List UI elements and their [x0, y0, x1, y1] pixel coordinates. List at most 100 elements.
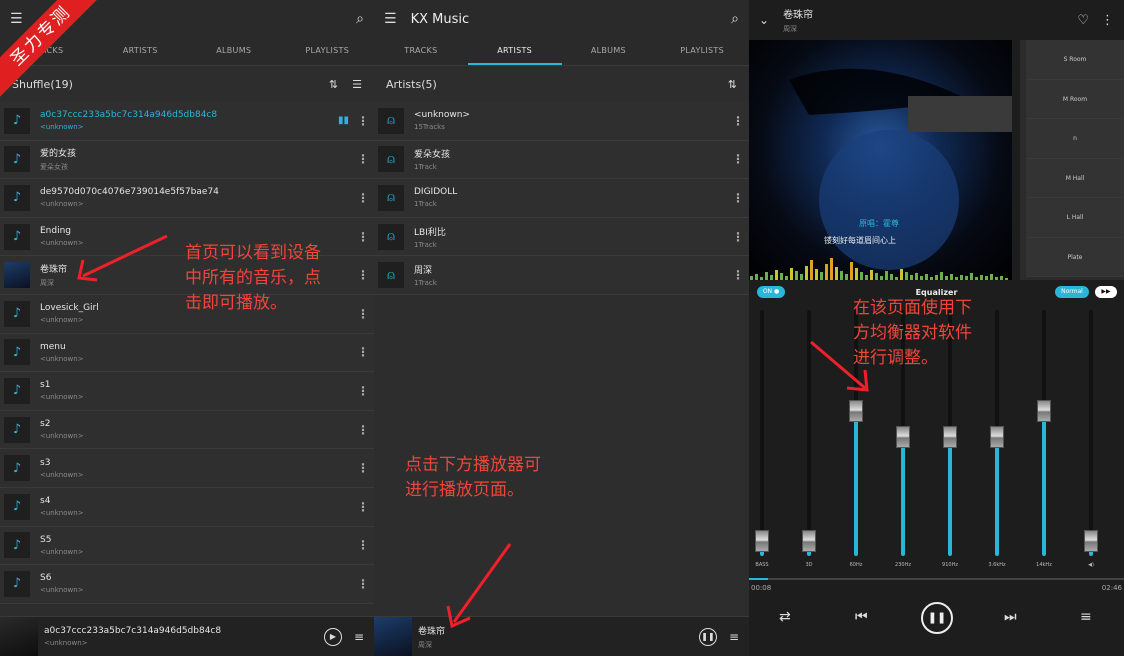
artist-row[interactable]: ⍝ 爱朵女孩 1Track ⋮ [374, 140, 749, 180]
repeat-icon[interactable]: ⇄ [779, 609, 791, 625]
tab-artists[interactable]: ARTISTS [94, 38, 188, 65]
search-icon[interactable]: ⌕ [731, 11, 739, 27]
more-icon[interactable]: ⋮ [352, 268, 374, 282]
tab-artists[interactable]: ARTISTS [467, 38, 562, 65]
person-icon: ⍝ [378, 184, 404, 211]
more-icon[interactable]: ⋮ [727, 152, 749, 166]
spectrum-bar [760, 277, 763, 280]
more-icon[interactable]: ⋮ [727, 191, 749, 205]
spectrum-bar [915, 273, 918, 280]
pause-icon[interactable]: ❚❚ [698, 627, 717, 646]
slider-knob[interactable] [990, 426, 1004, 449]
spectrum-bar [755, 274, 758, 280]
preset-button[interactable]: Normal [1055, 286, 1089, 298]
more-icon[interactable]: ⋮ [352, 384, 374, 398]
progress-fill [749, 578, 768, 580]
multi-select-icon[interactable]: ☰ [352, 78, 362, 91]
artist-name: LBI利比 [414, 227, 446, 238]
eq-slider[interactable] [987, 310, 1007, 556]
spectrum-visualizer [750, 258, 1008, 280]
reverb-option[interactable]: n [1026, 119, 1124, 159]
slider-knob[interactable] [943, 426, 957, 449]
more-icon[interactable]: ⋮ [352, 152, 374, 166]
track-row[interactable]: ♪ s2 <unknown> ⋮ [0, 410, 374, 450]
slider-knob[interactable] [802, 529, 816, 552]
track-row[interactable]: ♪ S6 <unknown> ⋮ [0, 565, 374, 604]
next-icon[interactable]: ⏭ [1004, 609, 1017, 625]
more-icon[interactable]: ⋮ [727, 114, 749, 128]
more-icon[interactable]: ⋮ [352, 345, 374, 359]
tab-playlists[interactable]: PLAYLISTS [281, 38, 375, 65]
more-icon[interactable]: ⋮ [352, 114, 374, 128]
reverb-option[interactable]: M Room [1026, 79, 1124, 119]
tab-bar: TRACKS ARTISTS ALBUMS PLAYLISTS [0, 38, 374, 66]
pause-button[interactable]: ❚❚ [921, 602, 953, 634]
slider-knob[interactable] [896, 426, 910, 449]
more-icon[interactable]: ⋮ [352, 500, 374, 514]
more-icon[interactable]: ⋮ [352, 230, 374, 244]
slider-knob[interactable] [755, 529, 769, 552]
playlist-icon[interactable]: ≡ [1080, 609, 1092, 625]
reverb-option[interactable]: S Room [1026, 40, 1124, 80]
menu-icon[interactable]: ☰ [384, 11, 397, 27]
track-row[interactable]: ♪ a0c37ccc233a5bc7c314a946d5db84c8 <unkn… [0, 102, 374, 141]
artists-panel: ☰ KX Music ⌕ TRACKS ARTISTS ALBUMS PLAYL… [374, 0, 749, 656]
artist-row[interactable]: ⍝ LBI利比 1Track ⋮ [374, 217, 749, 257]
spectrum-bar [920, 276, 923, 280]
slider-knob[interactable] [1037, 399, 1051, 422]
more-icon[interactable]: ⋮ [352, 538, 374, 552]
more-icon[interactable]: ⋮ [1101, 13, 1114, 28]
menu-icon[interactable]: ☰ [10, 11, 23, 27]
more-icon[interactable]: ⋮ [352, 577, 374, 591]
slider-knob[interactable] [1084, 529, 1098, 552]
track-row[interactable]: ♪ menu <unknown> ⋮ [0, 333, 374, 373]
tab-playlists[interactable]: PLAYLISTS [655, 38, 749, 65]
artist-row[interactable]: ⍝ 周深 1Track ⋮ [374, 256, 749, 295]
eq-band-label: 3.6kHz [988, 562, 1006, 568]
spectrum-bar [875, 273, 878, 280]
track-title: a0c37ccc233a5bc7c314a946d5db84c8 [40, 110, 218, 121]
track-row[interactable]: ♪ s3 <unknown> ⋮ [0, 449, 374, 488]
artist-row[interactable]: ⍝ <unknown> 15Tracks ⋮ [374, 102, 749, 141]
eq-slider[interactable] [752, 310, 772, 556]
tab-tracks[interactable]: TRACKS [374, 38, 468, 65]
queue-icon[interactable]: ≡ [729, 630, 739, 644]
previous-icon[interactable]: ⏮ [855, 609, 868, 625]
track-row[interactable]: ♪ 爱的女孩 爱朵女孩 ⋮ [0, 140, 374, 180]
tab-albums[interactable]: ALBUMS [187, 38, 281, 65]
more-icon[interactable]: ⋮ [352, 461, 374, 475]
progress-bar[interactable] [749, 578, 1124, 580]
eq-slider[interactable] [1034, 310, 1054, 556]
play-icon[interactable]: ▶ [323, 627, 342, 646]
sort-icon[interactable]: ⇅ [329, 78, 338, 91]
track-row[interactable]: ♪ s4 <unknown> ⋮ [0, 487, 374, 527]
mini-player[interactable]: 卷珠帘 周深 ❚❚ ≡ [374, 616, 749, 656]
sort-icon[interactable]: ⇅ [728, 78, 737, 91]
more-icon[interactable]: ⋮ [727, 268, 749, 282]
app-title: KX Music [410, 11, 470, 27]
more-icon[interactable]: ⋮ [352, 423, 374, 437]
more-icon[interactable]: ⋮ [727, 230, 749, 244]
track-row[interactable]: ♪ de9570d070c4076e739014e5f57bae74 <unkn… [0, 179, 374, 218]
reverb-option[interactable]: L Hall [1026, 198, 1124, 238]
reverb-option[interactable]: Plate [1026, 237, 1124, 277]
heart-icon[interactable]: ♡ [1077, 13, 1089, 28]
eq-slider[interactable] [1081, 310, 1101, 556]
spectrum-bar [795, 271, 798, 280]
artist-row[interactable]: ⍝ DIGIDOLL 1Track ⋮ [374, 179, 749, 218]
mini-player[interactable]: a0c37ccc233a5bc7c314a946d5db84c8 <unknow… [0, 616, 374, 656]
track-row[interactable]: ♪ s1 <unknown> ⋮ [0, 372, 374, 411]
chevron-down-icon[interactable]: ⌄ [759, 13, 769, 27]
shuffle-label[interactable]: Shuffle(19) [12, 78, 329, 91]
track-row[interactable]: ♪ S5 <unknown> ⋮ [0, 526, 374, 566]
more-icon[interactable]: ⋮ [352, 307, 374, 321]
more-icon[interactable]: ⋮ [352, 191, 374, 205]
player-panel: ⌄ 卷珠帘 周深 ♡ ⋮ 原唱：霍尊 镂刻好每道眉间心上 S Room M Roo… [749, 0, 1124, 656]
tab-albums[interactable]: ALBUMS [562, 38, 656, 65]
search-icon[interactable]: ⌕ [356, 11, 364, 27]
slider-knob[interactable] [849, 399, 863, 422]
queue-icon[interactable]: ≡ [354, 630, 364, 644]
fast-forward-icon[interactable]: ▶▶ [1095, 286, 1117, 298]
reverb-option[interactable]: M Hall [1026, 158, 1124, 198]
spectrum-bar [1000, 276, 1003, 280]
